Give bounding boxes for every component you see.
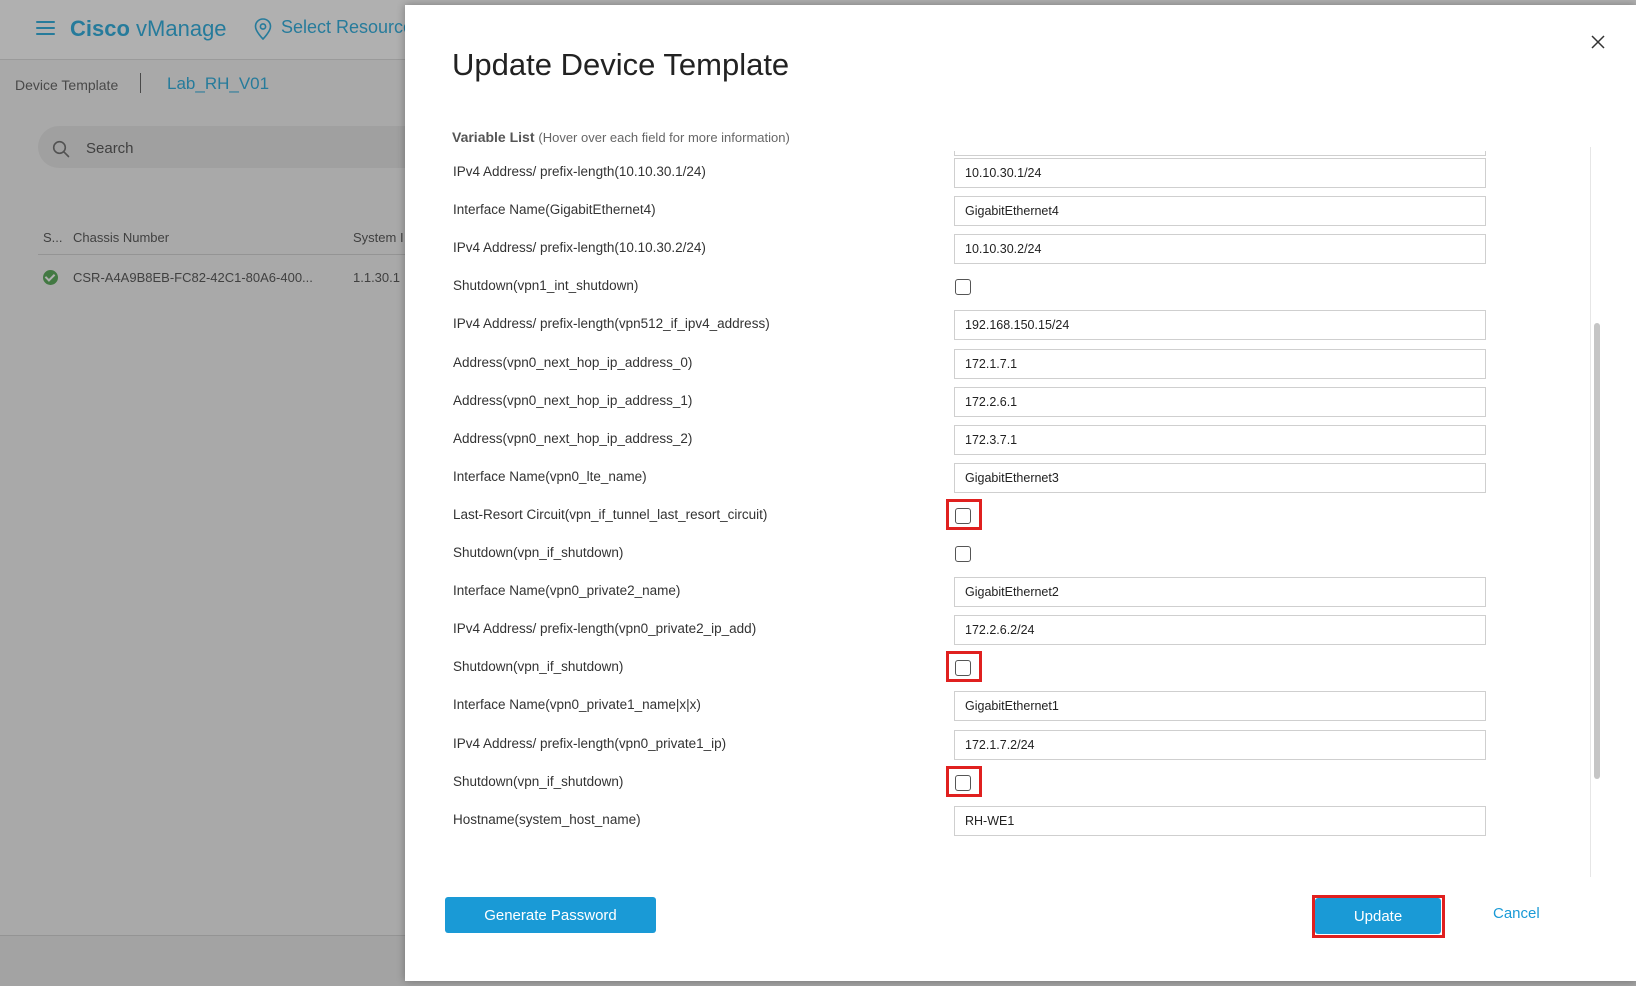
variable-label: IPv4 Address/ prefix-length(vpn512_if_ip… — [453, 316, 770, 332]
variable-input[interactable] — [954, 348, 1486, 379]
variable-row: IPv4 Address/ prefix-length(10.10.30.2/2… — [405, 230, 1595, 268]
scrollbar-thumb[interactable] — [1594, 323, 1600, 779]
variable-row: Shutdown(vpn_if_shutdown) — [405, 649, 1595, 687]
variable-row: Address(vpn0_next_hop_ip_address_0) — [405, 345, 1595, 383]
dialog-title: Update Device Template — [452, 47, 790, 82]
variable-input[interactable] — [954, 691, 1486, 722]
variable-list[interactable]: IPv4 Address/ prefix-length(10.10.30.1/2… — [405, 151, 1595, 877]
variable-list-title: Variable List — [452, 129, 535, 145]
variable-row: Shutdown(vpn_if_shutdown) — [405, 535, 1595, 573]
variable-label: IPv4 Address/ prefix-length(10.10.30.1/2… — [453, 164, 706, 179]
variable-label: Address(vpn0_next_hop_ip_address_1) — [453, 392, 693, 408]
variable-input[interactable] — [954, 158, 1486, 188]
variable-row: IPv4 Address/ prefix-length(vpn0_private… — [405, 726, 1595, 764]
variable-label: Interface Name(GigabitEthernet4) — [453, 202, 656, 218]
variable-input[interactable] — [954, 424, 1486, 455]
variable-row: Address(vpn0_next_hop_ip_address_1) — [405, 383, 1595, 421]
variable-row: Hostname(system_host_name) — [405, 802, 1595, 840]
cancel-button[interactable]: Cancel — [1493, 905, 1540, 922]
variable-checkbox[interactable] — [955, 546, 971, 562]
variable-row: Interface Name(GigabitEthernet4) — [405, 192, 1595, 230]
update-device-template-dialog: Update Device Template Variable List (Ho… — [405, 5, 1636, 981]
variable-input[interactable] — [954, 196, 1486, 227]
variable-input[interactable] — [954, 310, 1486, 341]
variable-row: Interface Name(vpn0_lte_name) — [405, 459, 1595, 497]
update-button-highlight — [1312, 895, 1445, 938]
variable-checkbox[interactable] — [955, 279, 971, 296]
variable-label: Address(vpn0_next_hop_ip_address_0) — [453, 354, 693, 370]
variable-checkbox[interactable] — [955, 507, 971, 524]
variable-label: IPv4 Address/ prefix-length(vpn0_private… — [453, 621, 757, 637]
variable-row: IPv4 Address/ prefix-length(10.10.30.1/2… — [405, 154, 1595, 192]
variable-row: IPv4 Address/ prefix-length(vpn0_private… — [405, 611, 1595, 649]
variable-label: Shutdown(vpn_if_shutdown) — [453, 545, 624, 560]
variable-input[interactable] — [954, 729, 1486, 760]
variable-input[interactable] — [954, 615, 1486, 646]
variable-row: Address(vpn0_next_hop_ip_address_2) — [405, 421, 1595, 459]
variable-label: Last-Resort Circuit(vpn_if_tunnel_last_r… — [453, 506, 768, 522]
close-icon[interactable] — [1587, 31, 1609, 53]
variable-checkbox[interactable] — [955, 660, 971, 677]
variable-row: IPv4 Address/ prefix-length(vpn512_if_ip… — [405, 306, 1595, 344]
variable-label: Address(vpn0_next_hop_ip_address_2) — [453, 430, 693, 446]
variable-input[interactable] — [954, 386, 1486, 417]
variable-label: Shutdown(vpn_if_shutdown) — [453, 659, 624, 675]
variable-row: Interface Name(vpn0_private2_name) — [405, 573, 1595, 611]
variable-label: Hostname(system_host_name) — [453, 811, 641, 827]
variable-label: Interface Name(vpn0_lte_name) — [453, 468, 647, 484]
variable-row: Last-Resort Circuit(vpn_if_tunnel_last_r… — [405, 497, 1595, 535]
variable-list-heading: Variable List (Hover over each field for… — [452, 129, 790, 145]
variable-list-hint: (Hover over each field for more informat… — [538, 130, 790, 145]
variable-label: Interface Name(vpn0_private1_name|x|x) — [453, 697, 701, 713]
variable-input[interactable] — [954, 462, 1486, 493]
variable-row: Shutdown(vpn1_int_shutdown) — [405, 268, 1595, 306]
variable-checkbox[interactable] — [955, 774, 971, 791]
variable-row: Shutdown(vpn_if_shutdown) — [405, 764, 1595, 802]
variable-input[interactable] — [954, 577, 1486, 608]
variable-row: Interface Name(vpn0_private1_name|x|x) — [405, 687, 1595, 725]
variable-label: Shutdown(vpn_if_shutdown) — [453, 773, 624, 789]
variable-input[interactable] — [954, 805, 1486, 836]
generate-password-button[interactable]: Generate Password — [445, 897, 656, 933]
variable-label: IPv4 Address/ prefix-length(vpn0_private… — [453, 735, 727, 751]
variable-label: IPv4 Address/ prefix-length(10.10.30.2/2… — [453, 240, 706, 256]
variable-label: Shutdown(vpn1_int_shutdown) — [453, 278, 639, 294]
variable-input[interactable] — [954, 234, 1486, 265]
variable-label: Interface Name(vpn0_private2_name) — [453, 583, 681, 599]
